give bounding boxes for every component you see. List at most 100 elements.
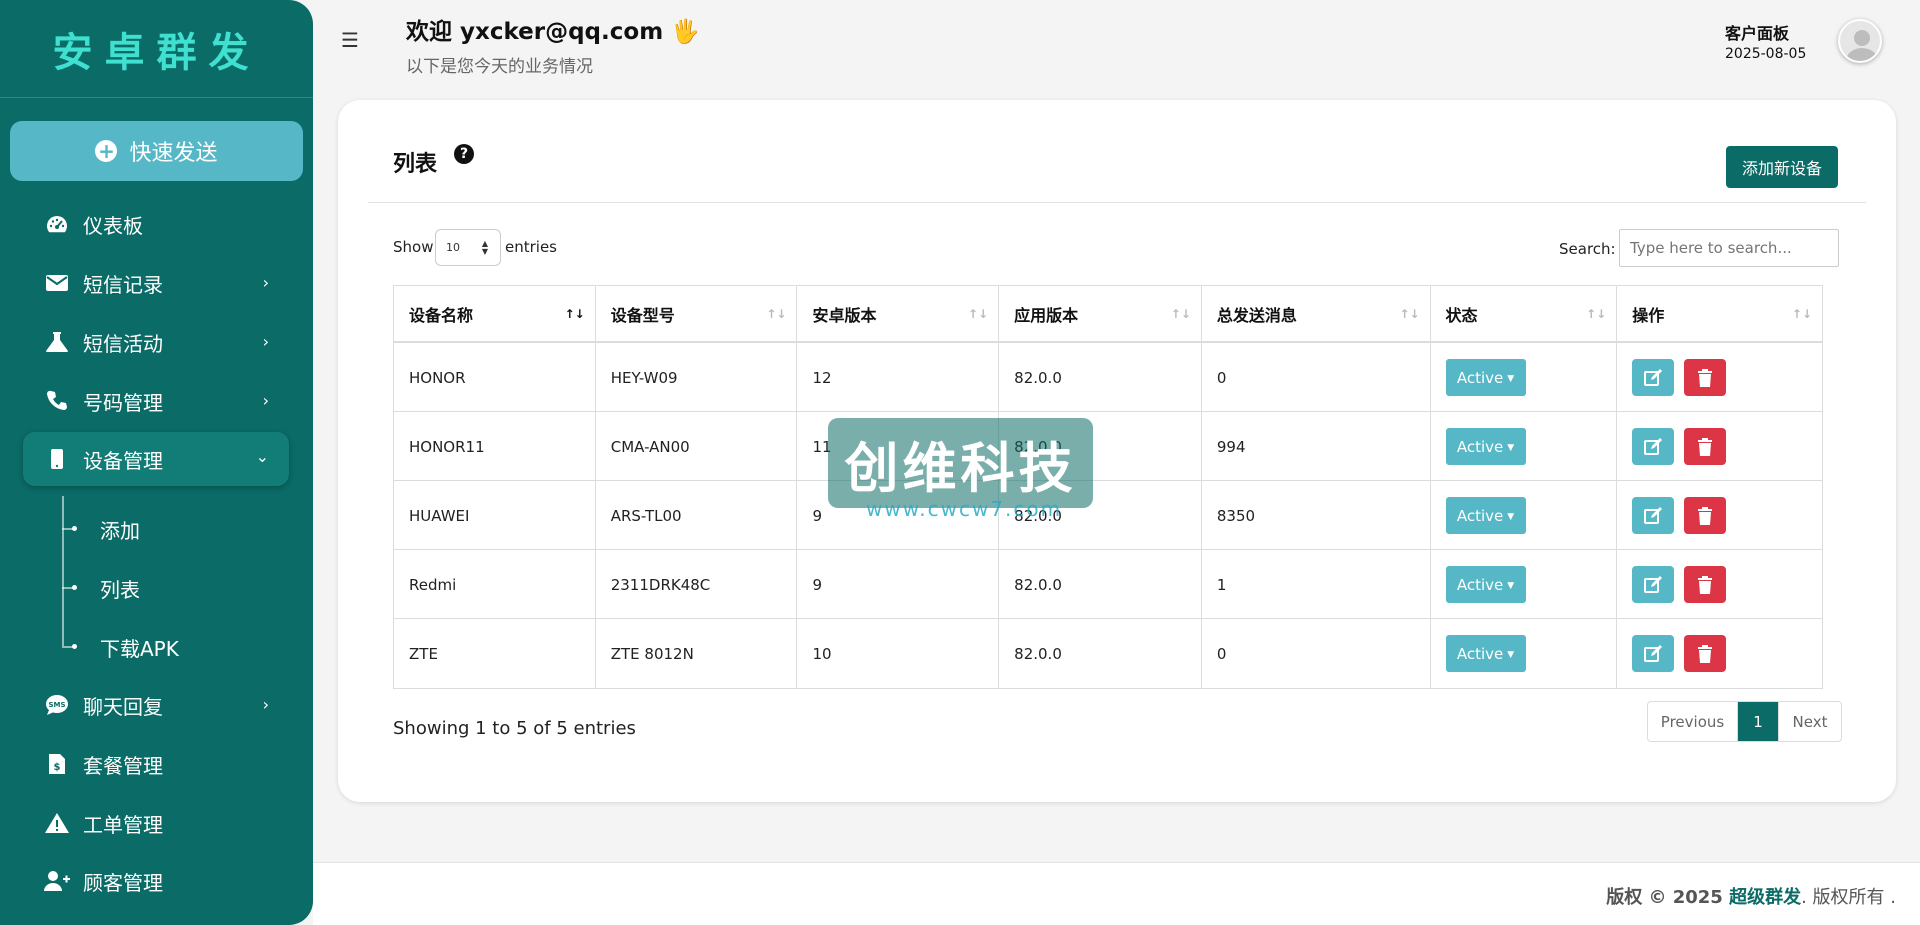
quick-send-label: 快速发送 (129, 141, 218, 166)
cell-app-version: 82.0.0 (999, 619, 1202, 688)
edit-button[interactable] (1632, 635, 1675, 672)
delete-button[interactable] (1684, 497, 1727, 534)
sidebar-item-chat-replies[interactable]: SMS 聊天回复 › (23, 678, 289, 732)
status-label: Active (1456, 506, 1504, 525)
column-header-android-version[interactable]: 安卓版本 ↑↓ (797, 286, 1000, 341)
sidebar-item-dashboard[interactable]: 仪表板 (23, 197, 289, 251)
cell-status: Active ▼ (1431, 481, 1618, 550)
column-header-app-version[interactable]: 应用版本 ↑↓ (999, 286, 1202, 341)
sidebar-item-sms-campaigns[interactable]: 短信活动 › (23, 315, 289, 369)
edit-button[interactable] (1632, 359, 1675, 396)
table-header: 设备名称 ↑↓ 设备型号 ↑↓ 安卓版本 ↑↓ 应用版本 ↑↓ 总发送消息 ↑↓ 状态 ↑↓… (394, 286, 1822, 343)
sidebar-item-device-management[interactable]: 设备管理 ⌄ (23, 432, 289, 486)
sidebar-item-sms-records[interactable]: 短信记录 › (23, 256, 289, 310)
quick-send-button[interactable]: + 快速发送 (10, 121, 303, 181)
device-table: 设备名称 ↑↓ 设备型号 ↑↓ 安卓版本 ↑↓ 应用版本 ↑↓ 总发送消息 ↑↓ 状态 ↑↓… (393, 285, 1823, 689)
hamburger-menu-icon[interactable]: ☰ (341, 28, 359, 52)
edit-icon (1644, 506, 1663, 524)
sidebar-item-label: 短信活动 (83, 331, 163, 356)
cell-actions (1617, 550, 1822, 619)
edit-button[interactable] (1632, 428, 1675, 465)
column-header-actions[interactable]: 操作 ↑↓ (1617, 286, 1822, 341)
status-dropdown-button[interactable]: Active ▼ (1445, 566, 1526, 603)
column-header-label: 设备名称 (409, 305, 474, 325)
pagination-previous[interactable]: Previous (1648, 702, 1738, 741)
delete-button[interactable] (1684, 566, 1727, 603)
column-header-device-model[interactable]: 设备型号 ↑↓ (596, 286, 798, 341)
cell-app-version: 82.0.0 (999, 343, 1202, 412)
sidebar-item-label: 顾客管理 (83, 870, 163, 895)
sort-icon: ↑↓ (1399, 307, 1420, 321)
submenu-item-add[interactable]: 添加 (100, 515, 140, 544)
edit-button[interactable] (1632, 566, 1675, 603)
add-device-button[interactable]: 添加新设备 (1726, 146, 1838, 188)
caret-down-icon: ▼ (1507, 580, 1515, 591)
cell-total-sent: 1 (1202, 550, 1431, 619)
cell-total-sent: 0 (1202, 619, 1431, 688)
trash-icon (1698, 575, 1713, 594)
entries-per-page-select[interactable]: 10 ▲ ▼ (435, 229, 501, 266)
phone-icon (43, 387, 71, 415)
submenu-bullet (62, 526, 77, 531)
chevron-right-icon: › (262, 273, 269, 292)
column-header-status[interactable]: 状态 ↑↓ (1431, 286, 1618, 341)
table-row: HUAWEI ARS-TL00 9 82.0.0 8350 Active ▼ (394, 481, 1822, 550)
column-header-total-sent[interactable]: 总发送消息 ↑↓ (1202, 286, 1431, 341)
cell-device-model: 2311DRK48C (596, 550, 798, 619)
waving-hand-icon: 🖐 (671, 19, 700, 45)
mobile-icon (43, 445, 71, 473)
search-input[interactable] (1619, 229, 1839, 267)
submenu-item-list[interactable]: 列表 (100, 574, 140, 603)
pagination: Previous 1 Next (1647, 701, 1842, 742)
column-header-label: 应用版本 (1014, 305, 1079, 325)
column-header-label: 状态 (1445, 305, 1478, 325)
cell-android-version: 12 (797, 343, 1000, 412)
avatar[interactable] (1838, 19, 1882, 63)
column-header-device-name[interactable]: 设备名称 ↑↓ (394, 286, 596, 341)
delete-button[interactable] (1684, 428, 1727, 465)
status-dropdown-button[interactable]: Active ▼ (1445, 497, 1526, 534)
cell-device-model: HEY-W09 (596, 343, 798, 412)
trash-icon (1698, 437, 1713, 456)
chevron-right-icon: › (262, 695, 269, 714)
table-row: HONOR11 CMA-AN00 11 82.0.0 994 Active▼ (394, 412, 1822, 481)
edit-button[interactable] (1632, 497, 1675, 534)
pagination-next[interactable]: Next (1778, 702, 1841, 741)
status-dropdown-button[interactable]: Active ▼ (1445, 359, 1526, 396)
gauge-icon (43, 210, 71, 238)
cell-android-version: 9 (797, 550, 1000, 619)
sidebar-item-customer-management[interactable]: 顾客管理 (23, 854, 289, 908)
cell-actions (1617, 343, 1822, 412)
sidebar-item-package-management[interactable]: $ 套餐管理 (23, 737, 289, 791)
delete-button[interactable] (1684, 359, 1727, 396)
page-title: 列表 (393, 152, 438, 177)
column-header-label: 安卓版本 (812, 305, 877, 325)
caret-down-icon: ▼ (1507, 442, 1515, 453)
edit-icon (1644, 368, 1663, 386)
caret-down-icon: ▼ (1507, 511, 1515, 522)
sort-icon: ↑↓ (766, 307, 787, 321)
sidebar-item-number-management[interactable]: 号码管理 › (23, 374, 289, 428)
sort-icon: ↑↓ (1586, 307, 1607, 321)
status-label: Active (1456, 644, 1504, 663)
delete-button[interactable] (1684, 635, 1727, 672)
submenu-item-download-apk[interactable]: 下载APK (100, 633, 179, 662)
entries-select-value: 10 (446, 241, 460, 254)
status-label: Active (1456, 575, 1504, 594)
sidebar-item-label: 仪表板 (83, 213, 143, 238)
edit-icon (1644, 644, 1663, 662)
sidebar-item-label: 号码管理 (83, 390, 163, 415)
trash-icon (1698, 644, 1713, 663)
status-dropdown-button[interactable]: Active ▼ (1445, 635, 1526, 672)
pagination-page-1[interactable]: 1 (1738, 702, 1778, 741)
select-arrows-icon: ▲ ▼ (481, 239, 488, 256)
invoice-icon: $ (43, 750, 71, 778)
status-dropdown-button[interactable]: Active ▼ (1445, 428, 1526, 465)
table-row: HONOR HEY-W09 12 82.0.0 0 Active ▼ (394, 343, 1822, 412)
envelope-icon (43, 269, 71, 297)
sort-icon: ↑↓ (968, 307, 989, 321)
cell-device-name: ZTE (394, 619, 596, 688)
sidebar-item-ticket-management[interactable]: 工单管理 (23, 796, 289, 850)
question-circle-icon[interactable]: ? (454, 144, 474, 164)
footer-brand-link[interactable]: 超级群发 (1729, 887, 1801, 908)
